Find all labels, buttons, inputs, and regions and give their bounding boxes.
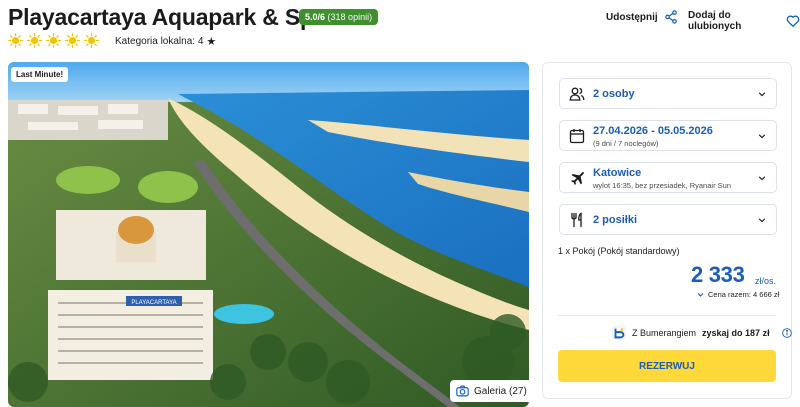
chevron-down-icon <box>758 217 766 222</box>
chevron-down-icon <box>697 293 704 297</box>
share-button[interactable]: Udostępnij <box>606 10 678 24</box>
chevron-down-icon <box>758 91 766 96</box>
departure-select[interactable]: Katowice wylot 16:35, bez przesiadek, Ry… <box>559 162 777 193</box>
gallery-label: Galeria (27) <box>474 385 527 397</box>
total-price[interactable]: Cena razem: 4 666 zł <box>697 290 779 299</box>
rating-score: 5.0/6 <box>305 12 326 22</box>
aerial-beach-image: PLAYACARTAYA <box>8 62 529 407</box>
reserve-button[interactable]: REZERWUJ <box>558 350 776 382</box>
departure-value: Katowice <box>593 167 642 179</box>
bumerang-bonus: zyskaj do 187 zł <box>702 328 770 338</box>
chevron-down-icon <box>758 175 766 180</box>
total-price-label: Cena razem: 4 666 zł <box>708 290 780 299</box>
persons-icon <box>569 87 585 101</box>
favorite-button[interactable]: Dodaj do ulubionych <box>688 10 800 32</box>
dates-select[interactable]: 27.04.2026 - 05.05.2026 (9 dni / 7 nocle… <box>559 120 777 151</box>
dates-value: 27.04.2026 - 05.05.2026 <box>593 125 713 137</box>
last-minute-badge: Last Minute! <box>11 67 69 82</box>
bumerang-promo: Z Bumerangiem zyskaj do 187 zł <box>612 326 792 340</box>
divider <box>558 315 776 316</box>
meals-value: 2 posiłki <box>593 214 638 226</box>
rating-badge[interactable]: 5.0/6 (318 opinii) <box>299 9 379 25</box>
category-label: Kategoria lokalna: 4 <box>115 36 204 47</box>
hotel-title: Playacartaya Aquapark & Spa <box>8 4 327 30</box>
hotel-sign: PLAYACARTAYA <box>131 300 176 306</box>
share-label: Udostępnij <box>606 11 658 23</box>
sun-icon <box>46 33 61 48</box>
sun-rating <box>8 33 99 48</box>
cutlery-icon <box>571 211 582 227</box>
sun-icon <box>27 33 42 48</box>
room-info: 1 x Pokój (Pokój standardowy) <box>558 246 680 256</box>
info-icon[interactable] <box>781 328 792 338</box>
calendar-icon <box>569 128 585 143</box>
dates-sub: (9 dni / 7 noclegów) <box>593 139 659 148</box>
departure-sub: wylot 16:35, bez przesiadek, Ryanair Sun <box>593 181 731 190</box>
price-per-person: 2 333 <box>691 262 745 287</box>
camera-icon <box>456 385 469 397</box>
heart-icon <box>786 15 800 27</box>
meals-select[interactable]: 2 posiłki <box>559 204 777 235</box>
bumerang-logo-icon <box>612 326 626 340</box>
rating-reviews: (318 opinii) <box>327 12 373 22</box>
booking-panel: 2 osoby 27.04.2026 - 05.05.2026 (9 dni /… <box>542 62 792 399</box>
sun-icon <box>65 33 80 48</box>
persons-value: 2 osoby <box>593 88 635 100</box>
chevron-down-icon <box>758 133 766 138</box>
persons-select[interactable]: 2 osoby <box>559 78 777 109</box>
local-category: Kategoria lokalna: 4 ★ <box>115 35 216 48</box>
bumerang-prefix: Z Bumerangiem <box>632 328 697 338</box>
share-icon <box>664 10 677 24</box>
star-icon: ★ <box>206 36 217 48</box>
favorite-label: Dodaj do ulubionych <box>688 10 742 32</box>
plane-icon <box>571 171 584 185</box>
sun-icon <box>84 33 99 48</box>
hotel-photo[interactable]: PLAYACARTAYA <box>8 62 529 407</box>
sun-icon <box>8 33 23 48</box>
gallery-button[interactable]: Galeria (27) <box>450 380 533 402</box>
price-unit: zł/os. <box>755 276 777 286</box>
